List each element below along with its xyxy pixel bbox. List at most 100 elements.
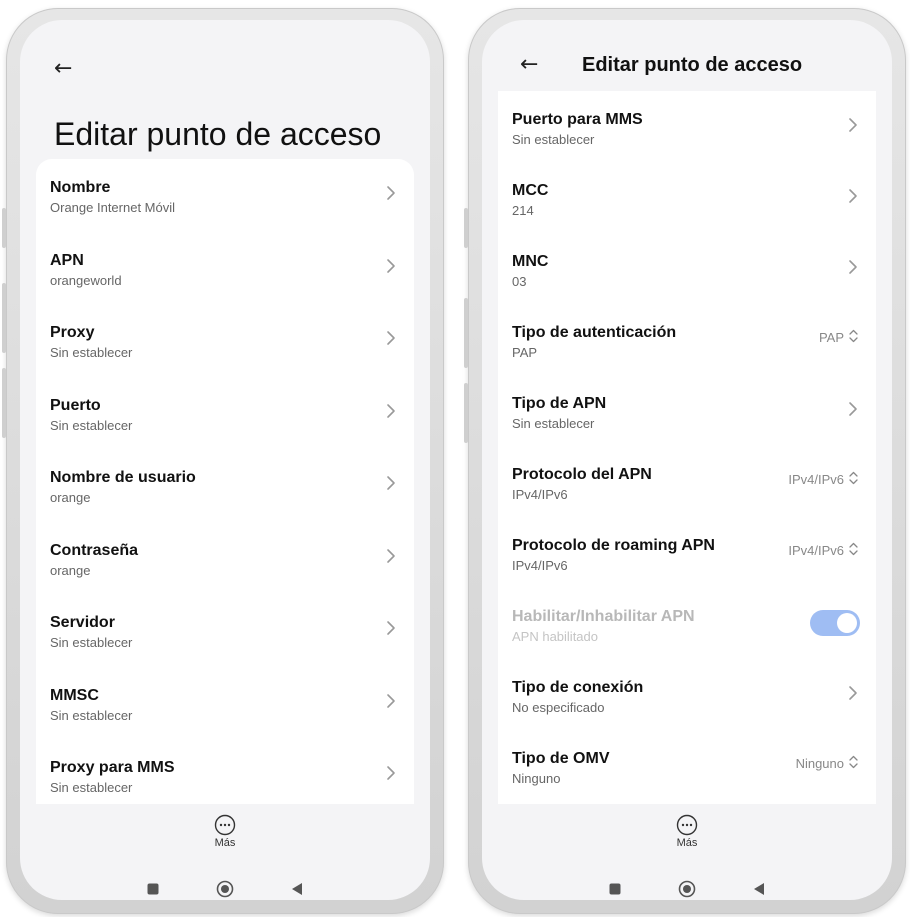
item-title: MCC (512, 182, 549, 199)
settings-list: Puerto para MMS Sin establecer MCC 214 M… (498, 91, 876, 804)
side-button (464, 208, 468, 248)
chevron-right-icon (386, 693, 396, 709)
chevron-right-icon (848, 188, 858, 204)
list-item-tipo-de-omv[interactable]: Tipo de OMV Ninguno Ninguno (498, 730, 876, 801)
item-value: Sin establecer (512, 132, 595, 147)
chevron-right-icon (386, 475, 396, 491)
list-item-protocolo-de-roaming-apn[interactable]: Protocolo de roaming APN IPv4/IPv6 IPv4/… (498, 517, 876, 588)
system-navbar (482, 876, 892, 900)
list-item-mcc[interactable]: MCC 214 (498, 162, 876, 233)
phone-left: ← Editar punto de acceso Nombre Orange I… (2, 8, 444, 914)
list-item-proxy[interactable]: Proxy Sin establecer (36, 304, 414, 377)
selector-label: IPv4/IPv6 (788, 472, 844, 487)
item-title: MMSC (50, 686, 99, 704)
list-item-tipo-de-apn[interactable]: Tipo de APN Sin establecer (498, 375, 876, 446)
item-title: Proxy (50, 324, 95, 341)
back-arrow-icon[interactable]: ← (520, 54, 538, 76)
item-title: Servidor (50, 614, 115, 631)
system-navbar (20, 876, 430, 900)
item-value: Sin establecer (50, 780, 133, 795)
list-item-servidor[interactable]: Servidor Sin establecer (36, 594, 414, 667)
item-value: Sin establecer (50, 635, 133, 650)
nav-home-button[interactable] (210, 876, 240, 900)
item-title: MNC (512, 253, 549, 270)
item-value: IPv4/IPv6 (512, 558, 568, 573)
apn-enabled-toggle (810, 610, 860, 636)
item-value: 03 (512, 274, 527, 289)
list-item-nombre[interactable]: Nombre Orange Internet Móvil (36, 159, 414, 232)
side-button (2, 283, 6, 353)
item-value: IPv4/IPv6 (512, 487, 568, 502)
item-value: orange (50, 490, 91, 505)
toggle-knob (837, 613, 857, 633)
chevron-right-icon (386, 548, 396, 564)
selector-value[interactable]: Ninguno (796, 755, 858, 772)
item-value: orangeworld (50, 272, 122, 288)
list-item-apn[interactable]: APN orangeworld (36, 232, 414, 305)
chevron-right-icon (386, 620, 396, 636)
chevron-right-icon (848, 117, 858, 133)
item-value: APN habilitado (512, 629, 598, 644)
list-item-mnc[interactable]: MNC 03 (498, 233, 876, 304)
chevron-right-icon (386, 403, 396, 419)
chevron-right-icon (386, 330, 396, 346)
nav-recents-button[interactable] (138, 876, 168, 900)
list-item-protocolo-del-apn[interactable]: Protocolo del APN IPv4/IPv6 IPv4/IPv6 (498, 446, 876, 517)
list-item-tipo-de-autenticacion[interactable]: Tipo de autenticación PAP PAP (498, 304, 876, 375)
selector-value[interactable]: IPv4/IPv6 (788, 471, 858, 488)
square-icon (609, 882, 621, 900)
list-item-mmsc[interactable]: MMSC Sin establecer (36, 667, 414, 740)
back-arrow-icon[interactable]: ← (54, 58, 72, 80)
selector-value[interactable]: IPv4/IPv6 (788, 542, 858, 559)
item-title: Tipo de autenticación (512, 324, 677, 341)
item-value: Ninguno (512, 771, 561, 786)
item-title: Contraseña (50, 541, 139, 559)
nav-recents-button[interactable] (600, 876, 630, 900)
nav-back-button[interactable] (282, 876, 312, 900)
selector-label: IPv4/IPv6 (788, 543, 844, 558)
chevron-right-icon (386, 258, 396, 274)
item-value: Sin establecer (50, 345, 133, 360)
nav-home-button[interactable] (672, 876, 702, 900)
item-title: Tipo de APN (512, 395, 607, 412)
item-title: APN (50, 251, 84, 269)
list-item-nombre-de-usuario[interactable]: Nombre de usuario orange (36, 449, 414, 522)
circle-icon (678, 880, 696, 901)
list-item-contrasena[interactable]: Contraseña orange (36, 522, 414, 595)
selector-value[interactable]: PAP (819, 329, 858, 346)
up-down-chevron-icon (849, 542, 858, 559)
phone-right: ← Editar punto de acceso Puerto para MMS… (464, 8, 906, 914)
list-item-tipo-de-conexion[interactable]: Tipo de conexión No especificado (498, 659, 876, 730)
selector-label: Ninguno (795, 756, 844, 771)
item-value: Orange Internet Móvil (50, 200, 176, 215)
item-title: Proxy para MMS (50, 759, 175, 776)
selector-label: PAP (818, 330, 844, 345)
square-icon (147, 882, 159, 900)
side-button (2, 208, 6, 248)
item-value: orange (50, 562, 91, 578)
circle-icon (216, 880, 234, 901)
list-item-habilitar-apn: Habilitar/Inhabilitar APN APN habilitado (498, 588, 876, 659)
list-item-puerto[interactable]: Puerto Sin establecer (36, 377, 414, 450)
settings-list: Nombre Orange Internet Móvil APN orangew… (36, 159, 414, 804)
more-button[interactable]: Más (482, 814, 892, 849)
triangle-left-icon (291, 882, 303, 901)
up-down-chevron-icon (849, 471, 858, 488)
side-button (2, 368, 6, 438)
more-button[interactable]: Más (20, 814, 430, 849)
page-title: Editar punto de acceso (582, 54, 803, 76)
list-item-proxy-para-mms[interactable]: Proxy para MMS Sin establecer (36, 739, 414, 804)
chevron-right-icon (386, 185, 396, 201)
item-title: Habilitar/Inhabilitar APN (512, 608, 695, 625)
item-value: 214 (512, 203, 534, 218)
item-title: Nombre de usuario (50, 469, 196, 486)
item-value: Sin establecer (512, 416, 595, 431)
screen-right: ← Editar punto de acceso Puerto para MMS… (482, 20, 892, 900)
nav-back-button[interactable] (744, 876, 774, 900)
item-title: Puerto (50, 396, 101, 414)
item-value: PAP (512, 345, 538, 360)
list-item-puerto-para-mms[interactable]: Puerto para MMS Sin establecer (498, 91, 876, 162)
item-title: Tipo de conexión (512, 679, 644, 696)
side-button (464, 383, 468, 443)
item-value: Sin establecer (50, 707, 133, 723)
